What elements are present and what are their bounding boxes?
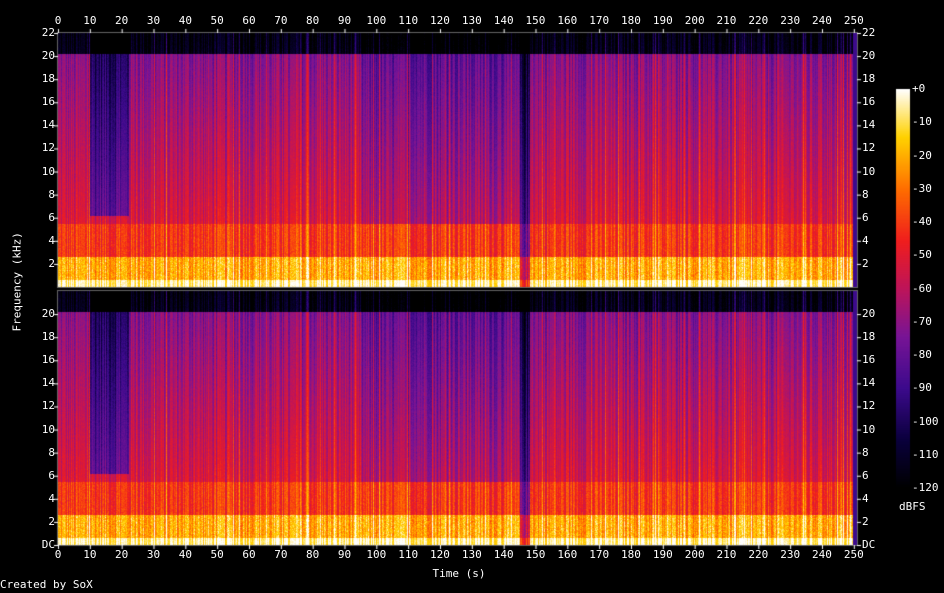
y-tick-label-left: 22 [41,26,55,39]
y-tick-label-left: 4 [48,491,55,505]
y-tick-label-left: 12 [41,141,55,155]
y-tick-label-right: 12 [862,399,876,413]
y-tick-label-left: 10 [41,422,55,436]
y-tick-label-left: 4 [48,233,55,247]
y-tick-label-left: 14 [41,376,55,390]
y-tick-label-right: DC [862,538,876,551]
y-tick-label-right: 16 [862,353,876,367]
y-tick-label-right: 8 [862,445,869,459]
y-tick-label-right: 2 [862,514,869,528]
y-tick-label-right: 8 [862,187,869,201]
y-tick-label-left: 18 [41,330,55,344]
colorbar-tick-label: -70 [912,314,932,328]
y-tick-label-left: 2 [48,514,55,528]
y-tick-label-right: 22 [862,26,876,39]
colorbar-tick-label: -80 [912,348,932,361]
y-tick-label-left: 20 [41,307,55,321]
y-tick-label-right: 12 [862,141,876,155]
y-tick-label-left: 16 [41,353,55,367]
colorbar-tick-label: -60 [912,281,932,295]
y-tick-label-left: 20 [41,49,55,63]
y-tick-label-left: 16 [41,95,55,109]
x-axis-label: Time (s) [432,567,486,580]
y-tick-label-right: 6 [862,210,869,224]
y-tick-label-left: DC [41,538,55,551]
colorbar-tick-label: -20 [912,148,932,162]
colorbar-tick-label: -50 [912,248,932,262]
y-tick-label-left: 2 [48,256,55,270]
y-tick-label-left: 8 [48,445,55,459]
y-axis-label: Frequency (kHz) [10,232,24,332]
y-tick-label-left: 6 [48,210,55,224]
y-tick-label-left: 10 [41,164,55,178]
y-tick-label-right: 4 [862,233,869,247]
y-tick-label-right: 20 [862,49,876,63]
colorbar-tick-label: -100 [912,414,939,428]
y-tick-label-right: 10 [862,164,876,178]
y-tick-label-right: 4 [862,491,869,505]
y-tick-label-left: 8 [48,187,55,201]
y-tick-label-right: 14 [862,376,876,390]
y-tick-label-left: 6 [48,468,55,482]
colorbar-tick-label: -90 [912,381,932,395]
y-tick-label-right: 18 [862,72,876,86]
colorbar-tick-label: +0 [912,82,926,95]
spectrogram-canvas [0,0,944,593]
y-tick-label-right: 10 [862,422,876,436]
y-tick-label-left: 14 [41,118,55,132]
y-tick-label-left: 12 [41,399,55,413]
colorbar-label: dBFS [899,500,926,513]
colorbar-tick-label: -30 [912,181,932,195]
y-tick-label-right: 20 [862,307,876,321]
y-tick-label-right: 14 [862,118,876,132]
colorbar-tick-label: -40 [912,215,932,228]
y-tick-label-right: 16 [862,95,876,109]
y-tick-label-right: 6 [862,468,869,482]
credit-text: Created by SoX [0,578,93,591]
y-tick-label-right: 18 [862,330,876,344]
y-tick-label-right: 2 [862,256,869,270]
colorbar-tick-label: -120 [912,481,939,494]
colorbar-tick-label: -10 [912,115,932,129]
y-tick-label-left: 18 [41,72,55,86]
colorbar-tick-label: -110 [912,447,939,461]
